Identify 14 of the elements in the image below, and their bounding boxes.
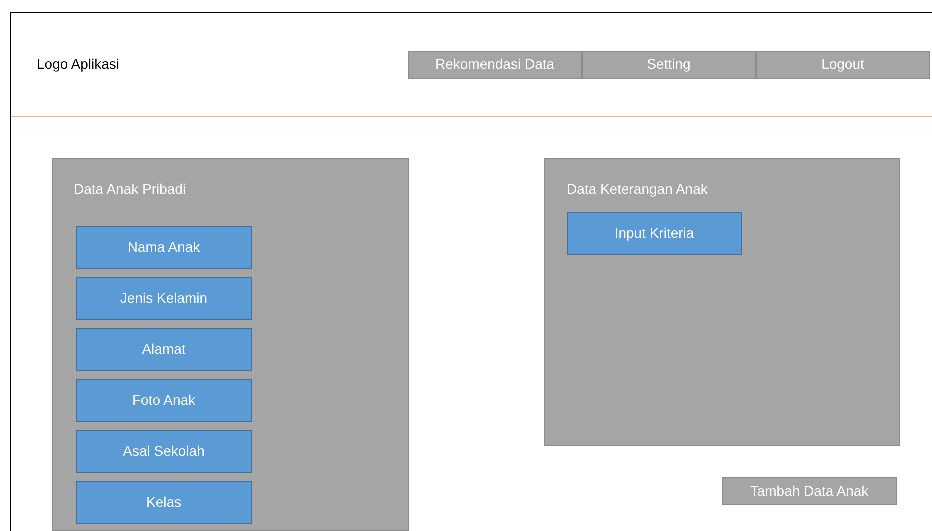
field-button[interactable]: Asal Sekolah — [76, 430, 252, 473]
field-button[interactable]: Foto Anak — [76, 379, 252, 422]
field-button[interactable]: Alamat — [76, 328, 252, 371]
field-button[interactable]: Nama Anak — [76, 226, 252, 269]
add-child-button[interactable]: Tambah Data Anak — [722, 477, 897, 505]
field-button[interactable]: Kelas — [76, 481, 252, 524]
panel-title: Data Anak Pribadi — [74, 180, 188, 199]
nav-button[interactable]: Rekomendasi Data — [408, 50, 582, 78]
panel-title: Data Keterangan Anak — [567, 180, 709, 199]
nav-button[interactable]: Logout — [756, 50, 930, 78]
logo-text: Logo Aplikasi — [37, 55, 120, 74]
criteria-button[interactable]: Input Kriteria — [567, 212, 742, 255]
nav-button[interactable]: Setting — [582, 50, 756, 78]
field-button[interactable]: Jenis Kelamin — [76, 277, 252, 320]
